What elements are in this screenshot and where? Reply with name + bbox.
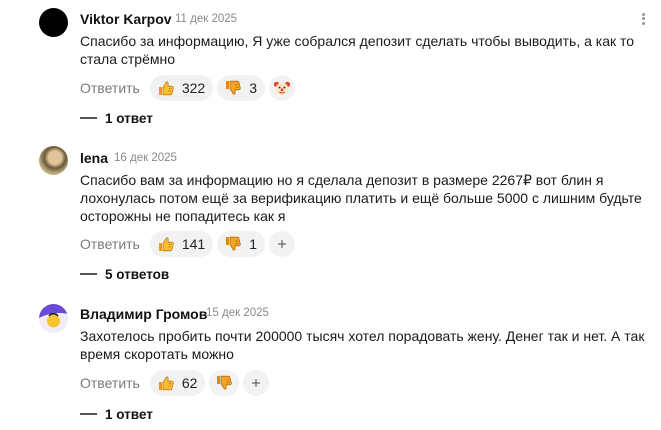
add-reaction-button[interactable] (269, 231, 295, 257)
replies-divider (80, 273, 97, 275)
thumbs-up-icon (156, 78, 176, 98)
dislike-button[interactable] (209, 370, 240, 396)
reply-button[interactable]: Ответить (80, 236, 140, 252)
comment-actions: Ответить 62 (80, 369, 270, 397)
clown-reaction-button[interactable] (269, 75, 295, 101)
replies-count: 1 ответ (105, 406, 153, 422)
replies-count: 1 ответ (105, 110, 153, 126)
comment-author[interactable]: Viktor Karpov (80, 11, 172, 27)
plus-icon (274, 236, 290, 252)
comment-date: 11 дек 2025 (175, 13, 238, 25)
comment-author[interactable]: Владимир Громов (80, 306, 207, 322)
comment-text: Спасибо за информацию, Я уже собрался де… (80, 33, 635, 67)
comment-actions: Ответить 141 1 (80, 230, 295, 258)
thumbs-up-icon (156, 234, 176, 254)
show-replies-button[interactable]: 1 ответ (80, 108, 153, 128)
like-count: 141 (181, 236, 206, 252)
like-count: 322 (181, 80, 206, 96)
replies-divider (80, 413, 97, 415)
like-button[interactable]: 62 (149, 370, 206, 396)
comment-date: 16 дек 2025 (114, 152, 177, 164)
comment-author[interactable]: lena (80, 150, 108, 166)
add-reaction-button[interactable] (243, 370, 270, 396)
show-replies-button[interactable]: 1 ответ (80, 404, 153, 424)
like-button[interactable]: 141 (149, 231, 214, 257)
dislike-button[interactable]: 3 (217, 75, 265, 101)
replies-divider (80, 117, 97, 119)
reply-button[interactable]: Ответить (80, 80, 140, 96)
thumbs-down-icon (223, 234, 243, 254)
show-replies-button[interactable]: 5 ответов (80, 264, 169, 284)
like-button[interactable]: 322 (149, 75, 214, 101)
clown-emoji-icon (273, 79, 291, 97)
dislike-count: 1 (249, 236, 257, 252)
replies-count: 5 ответов (105, 266, 170, 282)
thumbs-up-icon (156, 373, 176, 393)
more-options-icon[interactable] (640, 11, 646, 27)
comment-text: Спасибо вам за информацию но я сделала д… (80, 172, 642, 224)
avatar-illustration (39, 304, 68, 328)
comment-text: Захотелось пробить почти 200000 тысяч хо… (80, 328, 645, 362)
avatar[interactable] (39, 8, 68, 37)
comment-actions: Ответить 322 3 (80, 74, 295, 102)
thumbs-down-icon (214, 373, 234, 393)
dislike-count: 3 (249, 80, 257, 96)
dislike-button[interactable]: 1 (217, 231, 265, 257)
plus-icon (248, 375, 264, 391)
thumbs-down-icon (223, 78, 243, 98)
avatar[interactable] (39, 146, 68, 175)
avatar[interactable] (39, 304, 68, 333)
comment-date: 15 дек 2025 (206, 307, 269, 319)
like-count: 62 (181, 375, 198, 391)
reply-button[interactable]: Ответить (80, 375, 140, 391)
